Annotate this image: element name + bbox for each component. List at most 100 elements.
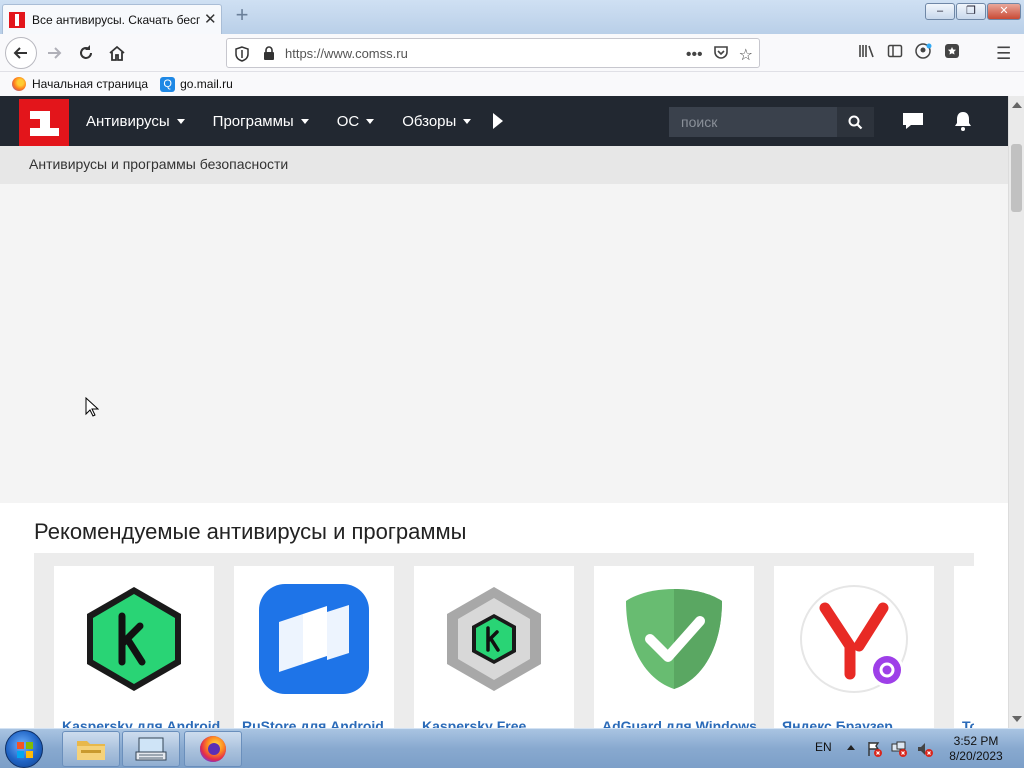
action-center-flag-icon[interactable] <box>866 741 882 757</box>
kaspersky-free-icon <box>439 584 549 694</box>
app-card-title: Kaspersky для Android <box>62 718 221 728</box>
magnifier-icon <box>848 115 863 129</box>
kaspersky-icon <box>79 584 189 694</box>
nav-more-arrow-icon[interactable] <box>493 113 504 129</box>
caret-down-icon <box>300 118 309 124</box>
caret-down-icon <box>463 118 472 124</box>
nav-programs[interactable]: Программы <box>199 113 323 130</box>
comss-favicon-icon <box>9 11 25 28</box>
site-header: Антивирусы Программы ОС Обзоры поиск <box>0 96 1008 146</box>
show-hidden-icons-icon[interactable] <box>847 745 855 750</box>
app-card-title: RuStore для Android <box>242 718 384 728</box>
start-button[interactable] <box>5 730 43 768</box>
reload-button[interactable] <box>72 39 100 67</box>
caret-down-icon <box>366 118 375 124</box>
home-icon <box>109 45 125 61</box>
scroll-down-icon[interactable] <box>1012 716 1022 722</box>
page-breadcrumb: Антивирусы и программы безопасности <box>0 146 1008 184</box>
firefox-icon <box>12 77 26 91</box>
home-button[interactable] <box>103 39 131 67</box>
keyboard-icon <box>135 737 167 761</box>
bookmark-home-page[interactable]: Начальная страница <box>12 77 148 91</box>
bookmarks-bar: Начальная страница Q go.mail.ru <box>0 72 1024 96</box>
tab-title: Все антивирусы. Скачать бесплатно <box>32 12 200 27</box>
ad-placeholder <box>0 184 1008 503</box>
page-scrollbar[interactable] <box>1008 96 1024 728</box>
firefox-icon <box>200 736 226 762</box>
pocket-icon[interactable] <box>713 44 729 65</box>
clock-date: 8/20/2023 <box>949 749 1003 763</box>
site-search-input[interactable]: поиск <box>669 107 837 137</box>
app-card[interactable]: AdGuard для Windows <box>594 566 757 728</box>
bookmark-go-mail[interactable]: Q go.mail.ru <box>160 76 233 92</box>
tab-close-icon[interactable]: ✕ <box>204 12 217 27</box>
windows-logo-icon <box>17 742 33 758</box>
app-card[interactable]: Tor Browser <box>954 566 974 728</box>
chat-icon[interactable] <box>902 111 924 131</box>
volume-muted-icon[interactable] <box>917 741 933 757</box>
app-card[interactable]: Яндекс Браузер <box>774 566 934 728</box>
browser-titlebar: Все антивирусы. Скачать бесплатно ✕ + – … <box>0 0 1024 34</box>
reload-icon <box>80 45 92 59</box>
account-icon[interactable] <box>915 43 932 65</box>
site-logo[interactable] <box>19 99 69 146</box>
sidebar-icon[interactable] <box>887 43 903 65</box>
lock-icon[interactable] <box>263 46 275 61</box>
bookmark-star-icon[interactable]: ☆ <box>739 45 753 65</box>
window-minimize-button[interactable]: – <box>925 3 955 20</box>
nav-label: Антивирусы <box>86 112 170 130</box>
recommended-section: Рекомендуемые антивирусы и программы Kas… <box>0 503 1008 728</box>
taskbar-firefox[interactable] <box>184 731 242 767</box>
address-bar[interactable]: https://www.comss.ru ••• ☆ <box>226 38 760 68</box>
app-card[interactable]: Kaspersky для Android <box>54 566 220 728</box>
taskbar-explorer[interactable] <box>62 731 120 767</box>
app-card-title: AdGuard для Windows <box>602 718 757 728</box>
rustore-icon <box>259 584 369 694</box>
window-close-button[interactable]: ✕ <box>987 3 1021 20</box>
bell-icon[interactable] <box>952 111 974 131</box>
scrollbar-thumb[interactable] <box>1011 144 1022 212</box>
windows-taskbar: EN 3:52 PM 8/20/2023 <box>0 728 1024 768</box>
web-page: Антивирусы Программы ОС Обзоры поиск Ант… <box>0 96 1008 728</box>
nav-antiviruses[interactable]: Антивирусы <box>72 113 199 130</box>
nav-label: Программы <box>212 112 294 130</box>
network-icon[interactable] <box>891 741 907 757</box>
arrow-right-icon <box>48 47 62 59</box>
section-title: Рекомендуемые антивирусы и программы <box>34 519 467 544</box>
taskbar-onscreen-keyboard[interactable] <box>122 731 180 767</box>
browser-tab[interactable]: Все антивирусы. Скачать бесплатно ✕ <box>2 4 222 34</box>
app-card-title: Kaspersky Free <box>422 718 527 728</box>
url-text[interactable]: https://www.comss.ru <box>285 46 408 61</box>
new-tab-button[interactable]: + <box>231 4 253 28</box>
app-card-title: Tor Browser <box>962 718 974 728</box>
system-clock[interactable]: 3:52 PM 8/20/2023 <box>944 734 1008 764</box>
site-search-button[interactable] <box>837 107 874 137</box>
bookmark-label: Начальная страница <box>32 77 149 91</box>
site-nav: Антивирусы Программы ОС Обзоры <box>72 96 504 146</box>
forward-button[interactable] <box>40 39 68 67</box>
extension-icon[interactable] <box>944 43 960 65</box>
page-actions-icon[interactable]: ••• <box>686 46 703 64</box>
arrow-left-icon <box>13 47 27 59</box>
nav-os[interactable]: ОС <box>323 113 389 130</box>
caret-down-icon <box>176 118 185 124</box>
folder-icon <box>77 741 105 760</box>
back-button[interactable] <box>5 37 37 69</box>
nav-reviews[interactable]: Обзоры <box>388 113 485 130</box>
language-indicator[interactable]: EN <box>815 740 832 754</box>
yandex-browser-icon <box>799 584 909 694</box>
nav-label: ОС <box>336 112 360 130</box>
nav-label: Обзоры <box>402 112 457 130</box>
hamburger-menu-icon[interactable]: ☰ <box>996 44 1011 64</box>
scroll-up-icon[interactable] <box>1012 102 1022 108</box>
app-card[interactable]: RuStore для Android <box>234 566 394 728</box>
app-card-title: Яндекс Браузер <box>782 718 893 728</box>
library-icon[interactable] <box>858 43 875 65</box>
app-card[interactable]: Kaspersky Free <box>414 566 574 728</box>
recommended-carousel: Kaspersky для Android RuStore для Androi… <box>34 553 974 728</box>
clock-time: 3:52 PM <box>953 734 999 748</box>
browser-toolbar: https://www.comss.ru ••• ☆ ☰ <box>0 34 1024 72</box>
tracking-shield-icon[interactable] <box>235 46 249 62</box>
adguard-icon <box>619 584 729 694</box>
window-maximize-button[interactable]: ❐ <box>956 3 986 20</box>
